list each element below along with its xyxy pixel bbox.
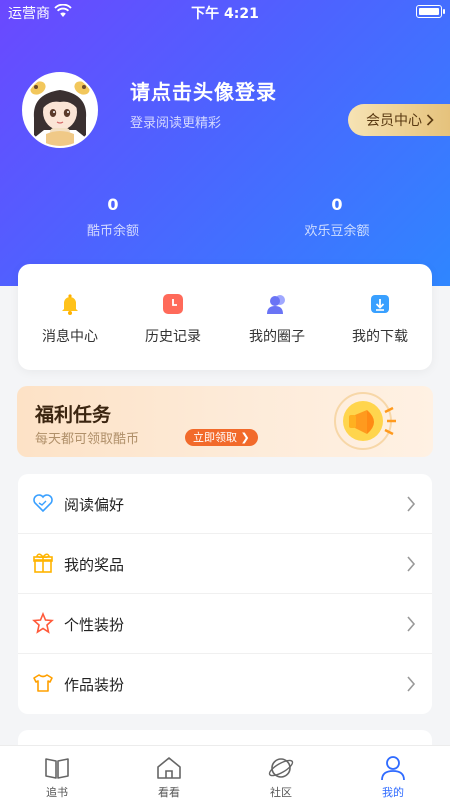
menu-label: 个性装扮 [64,616,125,634]
quick-label: 我的圈子 [249,329,305,345]
menu-item-reading-preference[interactable]: 阅读偏好 [18,474,432,534]
menu-item-work-dress-up[interactable]: 作品装扮 [18,654,432,714]
menu-label: 作品装扮 [64,676,125,694]
tab-watch[interactable]: 看看 [129,754,209,800]
tab-mine[interactable]: 我的 [353,754,433,800]
quick-history[interactable]: 历史记录 [121,292,225,346]
welfare-title: 福利任务 [35,404,112,426]
tab-label: 社区 [270,786,292,799]
quick-actions-card: 消息中心 历史记录 我的圈子 我的下载 [18,264,432,370]
menu-item-personal-dress-up[interactable]: 个性装扮 [18,594,432,654]
bean-balance-value: 0 [331,195,343,214]
tab-label: 追书 [46,786,68,799]
book-icon [43,754,71,782]
status-bar: 运营商 下午 4:21 [0,0,450,26]
coin-balance-value: 0 [107,195,119,214]
welfare-banner[interactable]: 福利任务 每天都可领取酷币 立即领取 ❯ [17,386,433,457]
download-icon [368,292,392,316]
quick-label: 历史记录 [145,329,201,345]
home-icon [155,754,183,782]
tab-follow-books[interactable]: 追书 [17,754,97,800]
tab-bar: 追书 看看 社区 我的 [0,745,450,800]
login-subtitle: 登录阅读更精彩 [130,116,222,131]
chevron-right-icon [406,495,416,513]
vip-center-label: 会员中心 [366,113,422,129]
gift-icon [32,552,54,574]
star-icon [32,611,54,634]
bell-icon [58,292,82,316]
chevron-right-icon [426,114,434,126]
quick-label: 消息中心 [42,329,98,345]
bean-balance[interactable]: 0 欢乐豆余额 [237,195,437,239]
megaphone-icon [333,388,405,454]
settings-menu: 阅读偏好 我的奖品 个性装扮 作品装扮 [18,474,432,714]
clock: 下午 4:21 [191,6,259,22]
people-icon [265,292,289,316]
history-clock-icon [161,292,185,316]
quick-label: 我的下载 [352,329,408,345]
vip-center-button[interactable]: 会员中心 [348,104,450,136]
shirt-icon [32,672,54,694]
coin-balance-label: 酷币余额 [86,224,139,239]
avatar[interactable] [22,72,98,148]
heart-icon [32,492,54,514]
quick-my-circle[interactable]: 我的圈子 [225,292,329,346]
menu-item-my-prizes[interactable]: 我的奖品 [18,534,432,594]
menu-label: 我的奖品 [64,556,125,574]
welfare-subtitle: 每天都可领取酷币 [35,432,140,447]
chevron-right-icon [406,555,416,573]
tab-label: 我的 [382,786,404,799]
coin-balance[interactable]: 0 酷币余额 [13,195,213,239]
menu-label: 阅读偏好 [64,496,125,514]
claim-now-button[interactable]: 立即领取 ❯ [185,429,258,446]
battery-icon [416,5,445,18]
user-icon [379,754,407,782]
tab-community[interactable]: 社区 [241,754,321,800]
claim-now-label: 立即领取 [193,431,237,444]
chevron-right-icon [406,675,416,693]
login-prompt[interactable]: 请点击头像登录 [130,76,277,105]
quick-my-downloads[interactable]: 我的下载 [328,292,432,346]
anime-girl-avatar-icon [24,74,96,146]
planet-icon [267,754,295,782]
bean-balance-label: 欢乐豆余额 [304,224,370,239]
balances: 0 酷币余额 0 欢乐豆余额 [0,195,450,245]
tab-label: 看看 [158,786,180,799]
quick-message-center[interactable]: 消息中心 [18,292,122,346]
chevron-right-icon [406,615,416,633]
